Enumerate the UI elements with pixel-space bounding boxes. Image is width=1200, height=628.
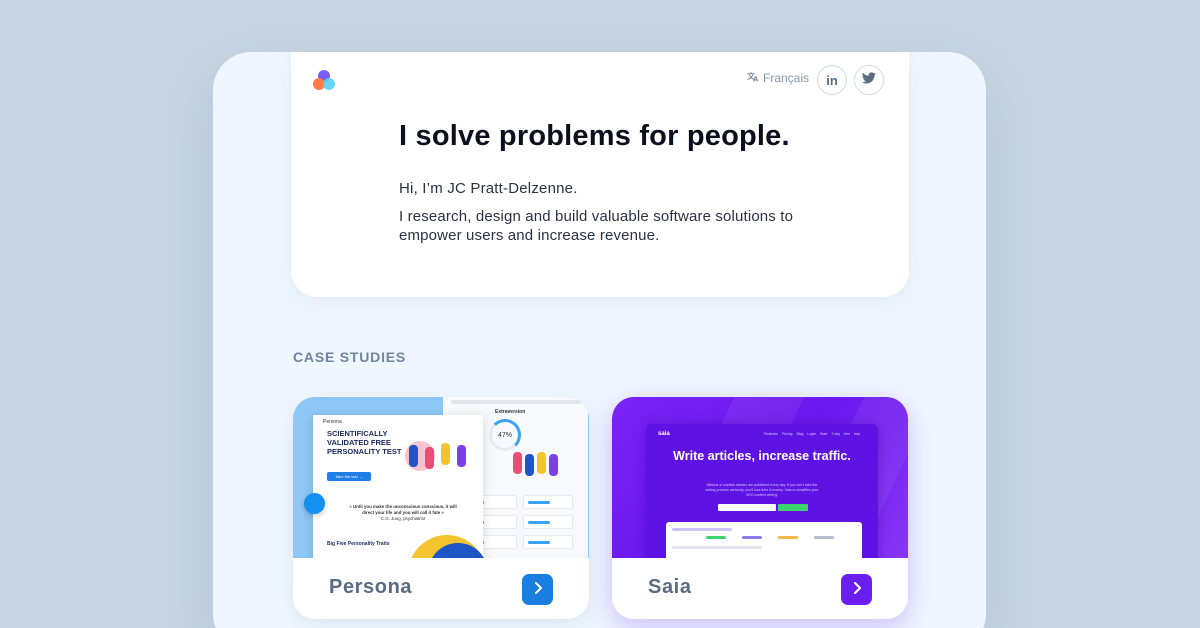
- open-persona-button[interactable]: [522, 574, 553, 605]
- twitter-button[interactable]: [854, 65, 884, 95]
- card-footer: Persona: [293, 558, 589, 619]
- saia-headline: Write articles, increase traffic.: [673, 449, 851, 463]
- chevron-right-icon: [852, 581, 862, 598]
- gauge-chart: 47%: [489, 419, 521, 451]
- chevron-right-icon: [533, 581, 543, 598]
- svg-text:A: A: [753, 76, 759, 83]
- persona-brand: Persona: [323, 419, 342, 425]
- description-text: I research, design and build valuable so…: [399, 208, 794, 244]
- persona-quote: « Until you make the unconscious conscio…: [349, 504, 457, 521]
- persona-landing-screen: Persona SCIENTIFICALLY VALIDATED FREE PE…: [313, 415, 488, 558]
- saia-brand: saia: [658, 431, 670, 437]
- section-heading: CASE STUDIES: [293, 349, 407, 365]
- page-title: I solve problems for people.: [399, 120, 790, 152]
- persona-headline: SCIENTIFICALLY VALIDATED FREE PERSONALIT…: [327, 429, 402, 456]
- gauge-value: 47%: [497, 431, 512, 439]
- device-frame: 文A Français in I solve problems for peop…: [213, 52, 986, 628]
- saia-thumbnail: saia Features Pricing Blog Login Start 7…: [612, 397, 908, 558]
- language-switch[interactable]: 文A Français: [747, 71, 809, 85]
- open-saia-button[interactable]: [841, 574, 872, 605]
- saia-text: Millions of useless articles are publish…: [705, 483, 819, 497]
- saia-nav: Features Pricing Blog Login Start 7-day …: [764, 432, 860, 436]
- persona-section: Big Five Personality Traits: [327, 541, 390, 547]
- card-title: Persona: [329, 576, 413, 598]
- logo-icon[interactable]: [313, 70, 337, 92]
- blue-dot-decoration: [304, 493, 325, 514]
- intro-text: Hi, I’m JC Pratt-Delzenne.: [399, 180, 578, 197]
- twitter-icon: [862, 71, 876, 89]
- case-study-card-persona[interactable]: Extraversion 47% Persona SCIENTIFICALLY …: [293, 397, 589, 619]
- translate-icon: 文A: [747, 71, 760, 85]
- card-title: Saia: [648, 576, 692, 598]
- persona-cta: Take the test →: [327, 472, 371, 481]
- case-study-card-saia[interactable]: saia Features Pricing Blog Login Start 7…: [612, 397, 908, 619]
- linkedin-button[interactable]: in: [817, 65, 847, 95]
- saia-landing-screen: saia Features Pricing Blog Login Start 7…: [646, 424, 878, 558]
- hero-card: 文A Français in I solve problems for peop…: [291, 52, 909, 297]
- linkedin-icon: in: [826, 72, 838, 88]
- card-footer: Saia: [612, 558, 908, 619]
- persona-thumbnail: Extraversion 47% Persona SCIENTIFICALLY …: [293, 397, 589, 558]
- language-label: Français: [763, 71, 810, 85]
- gauge-title: Extraversion: [495, 409, 526, 415]
